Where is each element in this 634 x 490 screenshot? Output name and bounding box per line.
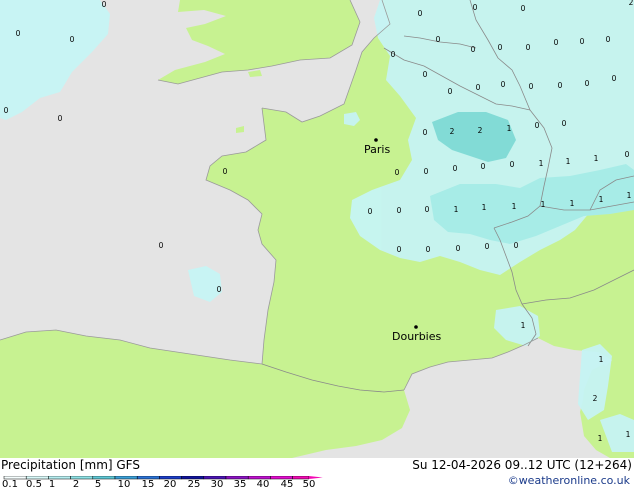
legend-tick-label: 35 xyxy=(233,479,247,490)
value-label: 0 xyxy=(70,35,75,44)
value-label: 0 xyxy=(481,162,486,171)
precipitation-map: Paris Dourbies 0 0 0 0 0 0 0 0 0 0 0 0 0… xyxy=(0,0,634,458)
value-label: 0 xyxy=(625,150,630,159)
value-label: 0 xyxy=(485,242,490,251)
value-label: 1 xyxy=(454,205,459,214)
value-label: 2 xyxy=(450,127,455,136)
value-label: 0 xyxy=(471,45,476,54)
value-label: 0 xyxy=(612,74,617,83)
legend-tick-label: 15 xyxy=(141,479,155,490)
value-label: 0 xyxy=(397,245,402,254)
value-label: 0 xyxy=(423,70,428,79)
value-label: 0 xyxy=(554,38,559,47)
value-label: 0 xyxy=(473,3,478,12)
value-label: 0 xyxy=(501,80,506,89)
value-label: 1 xyxy=(512,202,517,211)
value-label: 0 xyxy=(535,121,540,130)
legend-tick-label: 10 xyxy=(117,479,131,490)
value-label: 0 xyxy=(585,79,590,88)
legend-tick-label: 2 xyxy=(72,479,80,490)
value-label: 1 xyxy=(521,321,526,330)
value-label: 0 xyxy=(448,87,453,96)
value-label: 0 xyxy=(424,167,429,176)
value-label: 0 xyxy=(395,168,400,177)
value-label: 0 xyxy=(529,82,534,91)
city-paris-marker xyxy=(374,138,378,142)
value-label: 0 xyxy=(397,206,402,215)
value-label: 1 xyxy=(627,191,632,200)
value-label: 0 xyxy=(526,43,531,52)
city-dourbies-label: Dourbies xyxy=(392,330,442,343)
legend-tick-label: 40 xyxy=(256,479,270,490)
city-dourbies-marker xyxy=(414,325,418,329)
legend-tick-label: 5 xyxy=(94,479,102,490)
value-label: 0 xyxy=(391,50,396,59)
value-label: 2 xyxy=(593,394,598,403)
value-label: 0 xyxy=(223,167,228,176)
value-label: 1 xyxy=(594,154,599,163)
value-label: 0 xyxy=(418,9,423,18)
value-label: 0 xyxy=(606,35,611,44)
map-datetime: Su 12-04-2026 09..12 UTC (12+264) xyxy=(412,458,632,472)
legend-tick-label: 25 xyxy=(187,479,201,490)
value-label: 0 xyxy=(426,245,431,254)
value-label: 0 xyxy=(102,0,107,9)
value-label: 0 xyxy=(16,29,21,38)
legend-tick-label: 20 xyxy=(163,479,177,490)
value-label: 1 xyxy=(626,430,631,439)
value-label: 1 xyxy=(507,124,512,133)
value-label: 0 xyxy=(498,43,503,52)
value-label: 0 xyxy=(368,207,373,216)
value-label: 0 xyxy=(514,241,519,250)
value-label: 0 xyxy=(510,160,515,169)
map-title: Precipitation [mm] GFS xyxy=(1,458,140,472)
value-label: 1 xyxy=(570,199,575,208)
city-paris-label: Paris xyxy=(364,143,390,156)
value-label: 1 xyxy=(482,203,487,212)
value-label: 0 xyxy=(217,285,222,294)
legend-tick-label: 0.5 xyxy=(26,479,42,490)
value-label: 1 xyxy=(539,159,544,168)
value-label: 1 xyxy=(566,157,571,166)
value-label: 1 xyxy=(541,200,546,209)
legend-tick-label: 45 xyxy=(280,479,294,490)
value-label: 2 xyxy=(478,126,483,135)
value-label: 0 xyxy=(423,128,428,137)
legend-tick-label: 1 xyxy=(48,479,56,490)
value-label: 0 xyxy=(425,205,430,214)
value-label: 0 xyxy=(456,244,461,253)
credit-link[interactable]: ©weatheronline.co.uk xyxy=(508,474,630,487)
value-label: 1 xyxy=(599,195,604,204)
value-label: 0 xyxy=(476,83,481,92)
value-label: 2 xyxy=(629,0,634,7)
value-label: 0 xyxy=(58,114,63,123)
value-label: 0 xyxy=(159,241,164,250)
value-label: 1 xyxy=(598,434,603,443)
value-label: 0 xyxy=(4,106,9,115)
value-label: 0 xyxy=(521,4,526,13)
value-label: 0 xyxy=(562,119,567,128)
legend-tick-label: 30 xyxy=(210,479,224,490)
value-label: 0 xyxy=(436,35,441,44)
value-label: 0 xyxy=(558,81,563,90)
value-label: 1 xyxy=(599,355,604,364)
legend-tick-label: 0.1 xyxy=(2,479,18,490)
value-label: 0 xyxy=(580,37,585,46)
value-label: 0 xyxy=(453,164,458,173)
legend-tick-label: 50 xyxy=(302,479,316,490)
